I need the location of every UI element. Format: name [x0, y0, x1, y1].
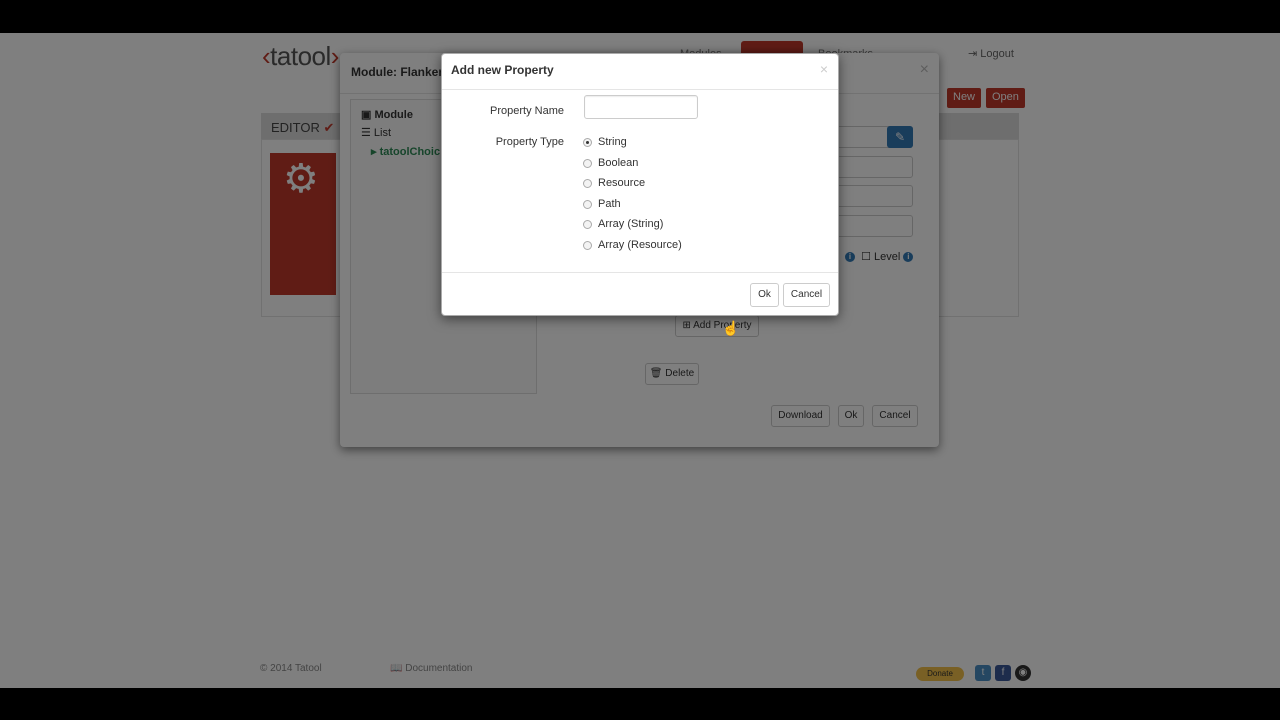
divider — [442, 272, 838, 273]
radio-resource[interactable]: Resource — [583, 175, 645, 191]
radio-button[interactable] — [583, 199, 592, 209]
radio-label: Path — [598, 198, 621, 210]
ok-button[interactable]: Ok — [750, 283, 779, 307]
mouse-cursor-icon: ☝ — [722, 320, 740, 336]
property-name-label: Property Name — [490, 105, 564, 117]
radio-label: Array (String) — [598, 218, 664, 230]
radio-button[interactable] — [583, 158, 592, 168]
add-property-modal-title: Add new Property — [451, 63, 554, 77]
radio-string[interactable]: String — [583, 134, 627, 150]
property-type-label: Property Type — [495, 136, 564, 148]
radio-array-string[interactable]: Array (String) — [583, 216, 663, 232]
property-name-input[interactable] — [584, 95, 698, 119]
browser-viewport: ‹tatool› Modules Bookmarks ⇥ Logout New … — [0, 33, 1280, 688]
add-property-modal: Add new Property × Property Name Propert… — [441, 53, 839, 316]
radio-array-resource[interactable]: Array (Resource) — [583, 237, 682, 253]
radio-label: String — [598, 136, 627, 148]
divider — [442, 89, 838, 90]
radio-button[interactable] — [583, 137, 592, 147]
radio-button[interactable] — [583, 240, 592, 250]
radio-label: Array (Resource) — [598, 239, 682, 251]
radio-path[interactable]: Path — [583, 196, 621, 212]
cancel-button[interactable]: Cancel — [783, 283, 830, 307]
radio-button[interactable] — [583, 178, 592, 188]
radio-button[interactable] — [583, 219, 592, 229]
radio-boolean[interactable]: Boolean — [583, 155, 638, 171]
close-icon[interactable]: × — [820, 61, 828, 77]
radio-label: Resource — [598, 177, 646, 189]
radio-label: Boolean — [598, 157, 639, 169]
